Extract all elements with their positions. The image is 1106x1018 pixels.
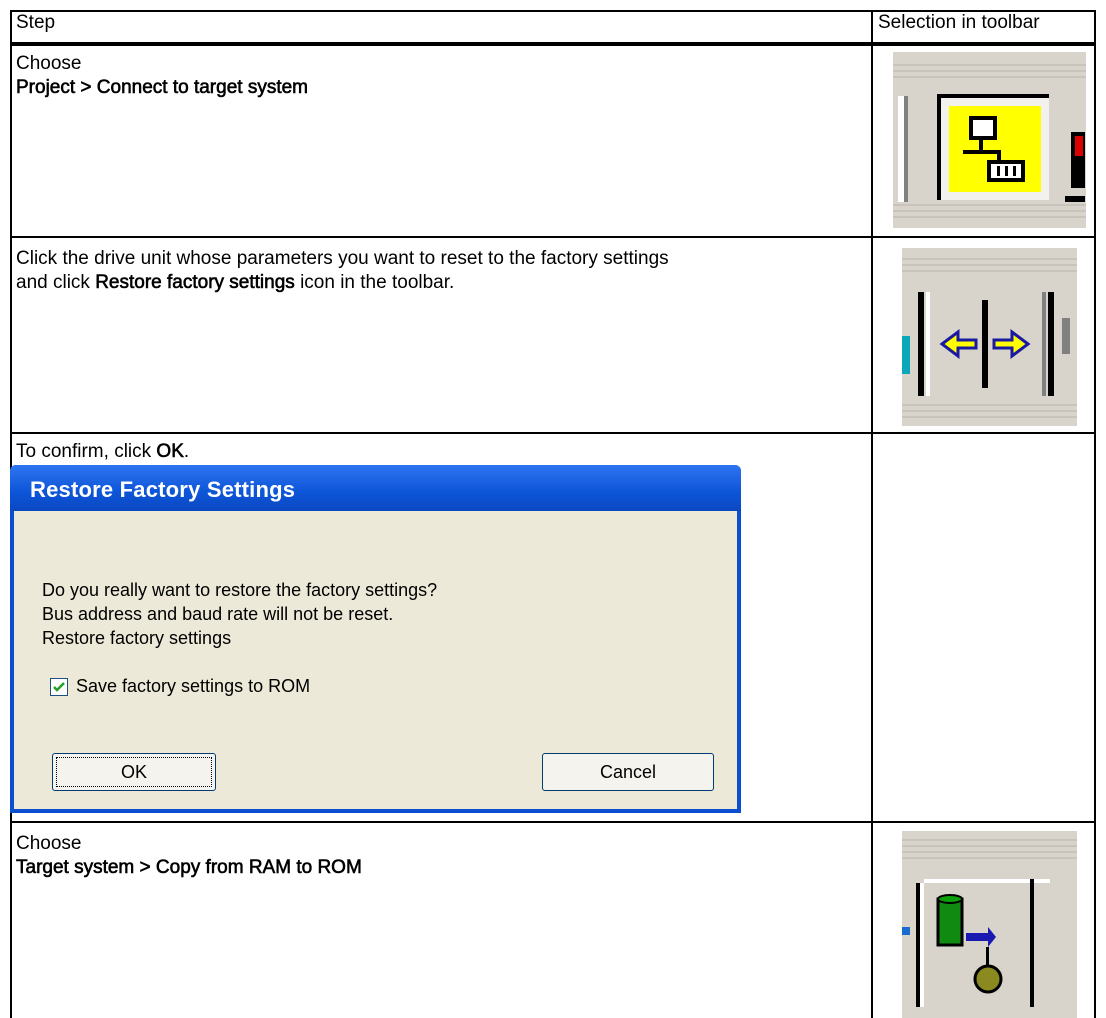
row4-toolbar-image (902, 831, 1077, 1018)
table-border-right (1094, 10, 1096, 1018)
cancel-button[interactable]: Cancel (542, 753, 714, 791)
checkmark-icon (53, 682, 65, 692)
row4-line1: Choose (16, 833, 82, 854)
row3-post: . (183, 441, 190, 462)
dialog-title: Restore Factory Settings (30, 477, 296, 502)
header-rule (10, 42, 1096, 46)
table-border-divider (871, 10, 873, 1018)
row2-bold-icon-name: Restore factory settings (95, 272, 295, 294)
row4-menu-path: Target system > Copy from RAM to ROM (16, 857, 362, 879)
row2-step-text: Click the drive unit whose parameters yo… (16, 247, 669, 295)
save-to-rom-label: Save factory settings to ROM (76, 676, 311, 696)
header-selection-in-toolbar: Selection in toolbar (878, 12, 1040, 33)
row1-step-text: Choose Project > Connect to target syste… (16, 52, 309, 100)
row-rule-2 (10, 432, 1096, 434)
restore-factory-settings-icon[interactable] (902, 248, 1077, 426)
row3-bold-ok: OK (156, 441, 184, 463)
dialog-titlebar[interactable]: Restore Factory Settings (10, 465, 741, 511)
ok-button[interactable]: OK (52, 753, 216, 791)
header-step: Step (16, 12, 56, 33)
row2-line1: Click the drive unit whose parameters yo… (16, 248, 669, 269)
row-rule-1 (10, 236, 1096, 238)
row3-step-text: To confirm, click OK. (16, 440, 189, 464)
row1-line1: Choose (16, 53, 82, 74)
row1-toolbar-image (893, 52, 1086, 228)
row2-line2-pre: and click (16, 272, 96, 293)
row2-line2-post: icon in the toolbar. (294, 272, 455, 293)
document-page: Step Selection in toolbar Choose Project… (0, 0, 1106, 1018)
copy-ram-to-rom-icon[interactable] (902, 831, 1077, 1018)
network-connect-icon[interactable] (893, 52, 1086, 228)
row2-toolbar-image (902, 248, 1077, 426)
dialog-message-line-2: Bus address and baud rate will not be re… (42, 604, 394, 624)
row-rule-3 (10, 821, 1096, 823)
row4-step-text: Choose Target system > Copy from RAM to … (16, 832, 362, 880)
row3-pre: To confirm, click (16, 441, 157, 462)
dialog-message-line-1: Do you really want to restore the factor… (42, 580, 438, 600)
save-to-rom-checkbox[interactable] (50, 678, 68, 696)
dialog-message-line-3: Restore factory settings (42, 628, 232, 648)
row1-menu-path: Project > Connect to target system (16, 77, 309, 99)
